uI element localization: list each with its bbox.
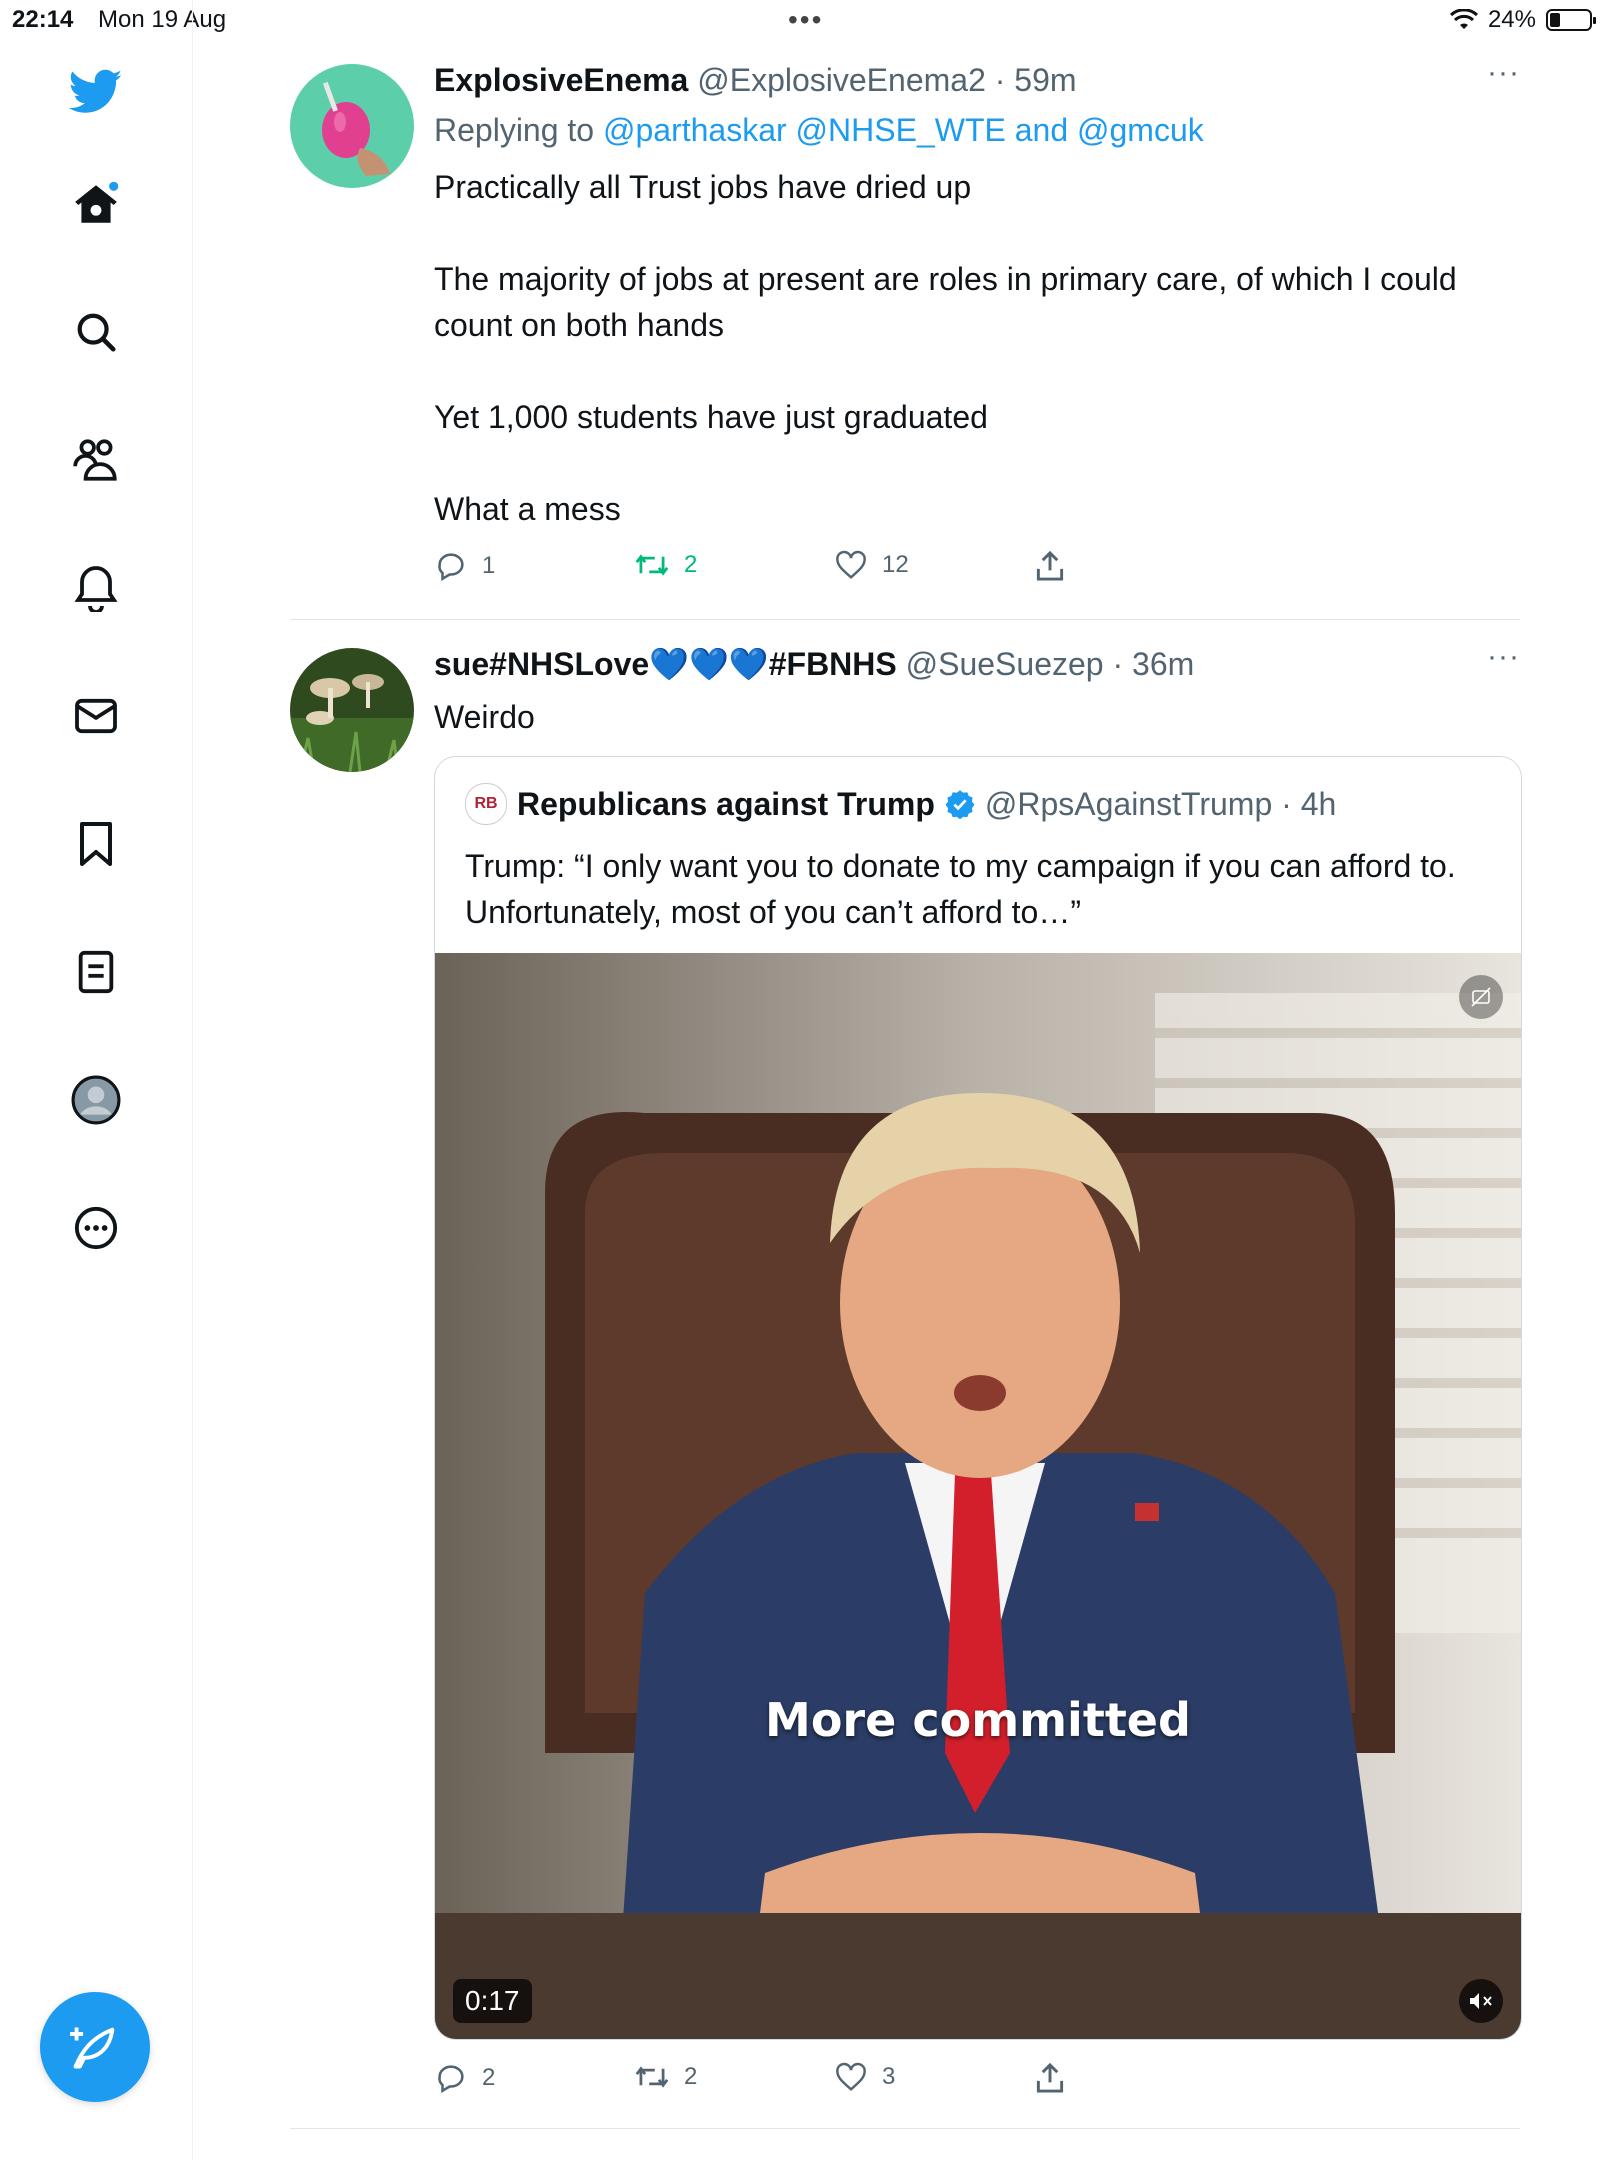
tweet-header: sue#NHSLove💙💙💙#FBNHS @SueSuezep · 36m — [434, 646, 1195, 682]
tweet-actions: 1 2 12 — [434, 550, 1134, 590]
reply-count: 1 — [482, 552, 496, 579]
avatar[interactable] — [290, 648, 414, 772]
mention-link[interactable]: @gmcuk — [1077, 112, 1204, 148]
messages-envelope-icon[interactable] — [68, 688, 124, 744]
like-button[interactable]: 3 — [834, 2062, 895, 2092]
twitter-logo-icon[interactable] — [68, 64, 124, 120]
multitasking-dots-icon[interactable]: ••• — [788, 4, 823, 36]
heart-icon — [836, 2062, 866, 2091]
avatar[interactable] — [290, 64, 414, 188]
reply-icon — [438, 553, 464, 582]
bookmark-icon[interactable] — [68, 816, 124, 872]
heart-icon — [836, 550, 866, 579]
replying-to: Replying to @parthaskar @NHSE_WTE and @g… — [434, 112, 1204, 148]
display-name[interactable]: sue#NHSLove💙💙💙#FBNHS — [434, 646, 897, 682]
quote-display-name[interactable]: Republicans against Trump — [517, 784, 935, 824]
compose-tweet-button[interactable] — [40, 1992, 150, 2102]
communities-icon[interactable] — [68, 432, 124, 488]
retweet-icon — [635, 554, 669, 576]
lists-icon[interactable] — [68, 944, 124, 1000]
tweet-text: Practically all Trust jobs have dried up… — [434, 169, 1457, 527]
retweet-icon — [635, 2066, 669, 2088]
divider — [290, 2128, 1520, 2129]
display-name[interactable]: ExplosiveEnema — [434, 62, 688, 98]
reply-button[interactable]: 2 — [434, 2062, 495, 2094]
retweet-count: 2 — [684, 551, 698, 578]
retweet-button[interactable]: 2 — [634, 2062, 697, 2092]
like-count: 12 — [882, 551, 909, 578]
profile-avatar-icon[interactable] — [68, 1072, 124, 1128]
wifi-icon — [1449, 9, 1478, 29]
sensitive-content-icon[interactable] — [1459, 975, 1503, 1019]
quote-tweet[interactable]: RB Republicans against Trump @RpsAgainst… — [434, 756, 1522, 2040]
share-button[interactable] — [1034, 550, 1066, 582]
battery-icon — [1546, 9, 1596, 31]
sidebar — [0, 0, 193, 2160]
quote-text: Trump: “I only want you to donate to my … — [465, 848, 1456, 930]
quote-avatar[interactable]: RB — [465, 783, 507, 825]
video-caption: More committed — [765, 1693, 1191, 1747]
compose-feather-icon — [70, 2027, 115, 2069]
video-frame — [435, 953, 1521, 2039]
handle[interactable]: @SueSuezep — [906, 646, 1104, 682]
quote-header: RB Republicans against Trump @RpsAgainst… — [465, 783, 1336, 825]
retweet-button[interactable]: 2 — [634, 550, 697, 580]
mention-link[interactable]: @NHSE_WTE — [796, 112, 1006, 148]
verified-badge-icon — [945, 790, 975, 819]
mute-icon[interactable] — [1459, 1979, 1503, 2023]
mention-link[interactable]: @parthaskar — [603, 112, 787, 148]
timestamp[interactable]: 59m — [1014, 62, 1076, 98]
quote-timestamp[interactable]: 4h — [1301, 786, 1337, 822]
share-button[interactable] — [1034, 2062, 1066, 2094]
more-options-icon[interactable] — [68, 1200, 124, 1256]
tweet[interactable]: ExplosiveEnema @ExplosiveEnema2 · 59m ··… — [290, 56, 1520, 600]
home-icon[interactable] — [68, 176, 124, 232]
status-bar: 22:14 Mon 19 Aug ••• 24% — [0, 0, 1620, 40]
tweet-text: Weirdo — [434, 699, 535, 735]
timestamp[interactable]: 36m — [1132, 646, 1194, 682]
video-duration: 0:17 — [453, 1979, 532, 2023]
like-button[interactable]: 12 — [834, 550, 909, 580]
divider — [290, 619, 1520, 620]
reply-button[interactable]: 1 — [434, 550, 495, 582]
more-options-icon[interactable]: ··· — [1487, 56, 1520, 90]
reply-icon — [438, 2065, 464, 2094]
battery-percent: 24% — [1487, 6, 1536, 33]
handle[interactable]: @ExplosiveEnema2 — [697, 62, 986, 98]
tweet[interactable]: sue#NHSLove💙💙💙#FBNHS @SueSuezep · 36m ··… — [290, 640, 1522, 2124]
share-icon — [1036, 550, 1064, 581]
search-icon[interactable] — [68, 304, 124, 360]
like-count: 3 — [882, 2063, 896, 2090]
tweet-actions: 2 2 3 — [434, 2062, 1134, 2102]
retweet-count: 2 — [684, 2063, 698, 2090]
more-options-icon[interactable]: ··· — [1487, 640, 1520, 674]
share-icon — [1036, 2062, 1064, 2093]
reply-count: 2 — [482, 2064, 496, 2091]
notifications-bell-icon[interactable] — [68, 560, 124, 616]
tweet-header: ExplosiveEnema @ExplosiveEnema2 · 59m — [434, 62, 1077, 98]
video-player[interactable]: More committed 0:17 — [435, 953, 1521, 2039]
quote-handle[interactable]: @RpsAgainstTrump — [985, 786, 1272, 822]
